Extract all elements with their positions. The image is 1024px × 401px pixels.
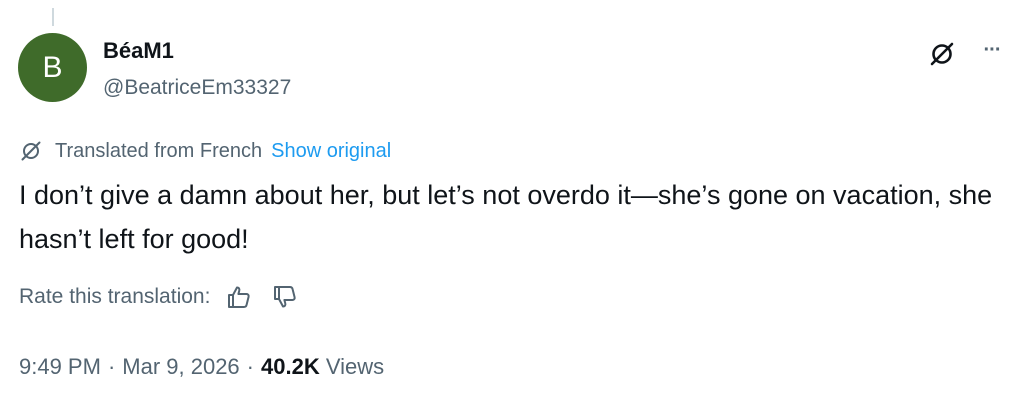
thread-connector-line <box>52 8 54 26</box>
thumbs-up-button[interactable] <box>226 284 252 310</box>
thumbs-up-icon <box>228 286 251 308</box>
more-options-button[interactable]: ··· <box>978 36 1006 64</box>
translated-from-label: Translated from French <box>55 139 263 162</box>
tweet-meta: 9:49 PM · Mar 9, 2026 · 40.2K Views <box>19 354 384 380</box>
rate-translation-row: Rate this translation: <box>19 284 298 310</box>
views-label: Views <box>325 354 385 379</box>
more-horizontal-icon: ··· <box>983 38 1002 61</box>
translate-off-icon <box>19 139 43 163</box>
meta-separator: · <box>246 354 254 379</box>
avatar[interactable]: B <box>18 33 87 102</box>
show-original-link[interactable]: Show original <box>271 140 391 163</box>
tweet-date[interactable]: Mar 9, 2026 <box>122 354 239 379</box>
translate-off-button[interactable] <box>928 40 956 68</box>
avatar-initial: B <box>42 50 63 84</box>
thumbs-down-button[interactable] <box>272 284 298 310</box>
tweet-text: I don’t give a damn about her, but let’s… <box>19 180 993 254</box>
translation-notice: Translated from French Show original <box>19 139 391 163</box>
author-handle[interactable]: @BeatriceEm33327 <box>103 76 291 100</box>
tweet-time[interactable]: 9:49 PM <box>19 354 101 379</box>
translate-off-icon <box>930 42 954 66</box>
rate-translation-label: Rate this translation: <box>19 285 211 308</box>
author-display-name[interactable]: BéaM1 <box>103 38 174 64</box>
thumbs-down-icon <box>274 286 297 308</box>
meta-separator: · <box>107 354 116 379</box>
views-count: 40.2K <box>261 354 320 379</box>
